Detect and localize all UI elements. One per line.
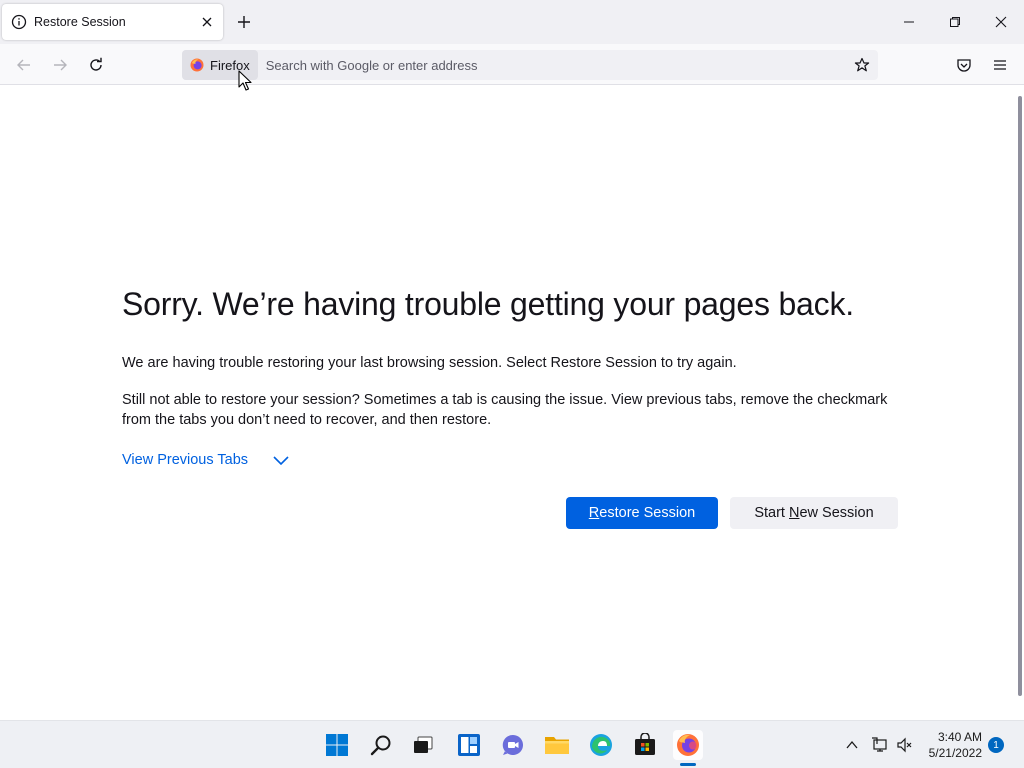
- edge-icon[interactable]: [586, 730, 616, 760]
- back-button[interactable]: [13, 54, 35, 76]
- page-title: Sorry. We’re having trouble getting your…: [122, 286, 854, 322]
- restore-window-button[interactable]: [945, 12, 965, 32]
- tab-strip: Restore Session: [0, 0, 1024, 44]
- show-hidden-icons-chevron-up-icon[interactable]: [842, 735, 862, 755]
- clock-date: 5/21/2022: [928, 746, 982, 760]
- close-window-button[interactable]: [991, 12, 1011, 32]
- menu-button[interactable]: [989, 54, 1011, 76]
- reload-button[interactable]: [85, 54, 107, 76]
- notification-badge[interactable]: 1: [988, 737, 1004, 753]
- forward-button[interactable]: [49, 54, 71, 76]
- file-explorer-icon[interactable]: [542, 730, 572, 760]
- start-icon[interactable]: [322, 730, 352, 760]
- pocket-button[interactable]: [953, 54, 975, 76]
- view-previous-tabs-toggle[interactable]: View Previous Tabs: [122, 451, 290, 469]
- network-icon[interactable]: [870, 735, 890, 755]
- firefox-logo-icon: [190, 58, 204, 72]
- search-icon[interactable]: [366, 730, 396, 760]
- widgets-icon[interactable]: [454, 730, 484, 760]
- close-tab-icon[interactable]: [197, 12, 217, 32]
- clock[interactable]: 3:40 AM 5/21/2022: [922, 729, 982, 761]
- firefox-icon[interactable]: [673, 730, 703, 760]
- restore-session-button[interactable]: Restore Session: [566, 497, 718, 529]
- task-view-icon[interactable]: [408, 730, 438, 760]
- tab-restore-session[interactable]: Restore Session: [2, 4, 223, 40]
- start-new-session-button[interactable]: Start New Session: [730, 497, 898, 529]
- chevron-down-icon: [273, 456, 289, 466]
- store-icon[interactable]: [630, 730, 660, 760]
- info-icon: [11, 14, 27, 30]
- new-tab-button[interactable]: [234, 12, 254, 32]
- minimize-button[interactable]: [899, 12, 919, 32]
- view-previous-tabs-label: View Previous Tabs: [122, 452, 249, 468]
- navigation-toolbar: Firefox: [0, 44, 1024, 85]
- url-input[interactable]: [265, 57, 852, 73]
- taskbar: 3:40 AM 5/21/2022 1: [0, 720, 1024, 768]
- volume-muted-icon[interactable]: [895, 735, 915, 755]
- error-description: We are having trouble restoring your las…: [122, 355, 737, 371]
- scrollbar[interactable]: [1018, 96, 1022, 696]
- bookmark-star-icon[interactable]: [852, 55, 872, 75]
- active-app-indicator: [680, 763, 696, 766]
- mouse-cursor-icon: [238, 70, 252, 91]
- clock-time: 3:40 AM: [937, 730, 982, 744]
- troubleshoot-description: Still not able to restore your session? …: [122, 392, 888, 428]
- tab-title: Restore Session: [34, 15, 126, 29]
- address-bar[interactable]: Firefox: [182, 50, 878, 80]
- chat-icon[interactable]: [498, 730, 528, 760]
